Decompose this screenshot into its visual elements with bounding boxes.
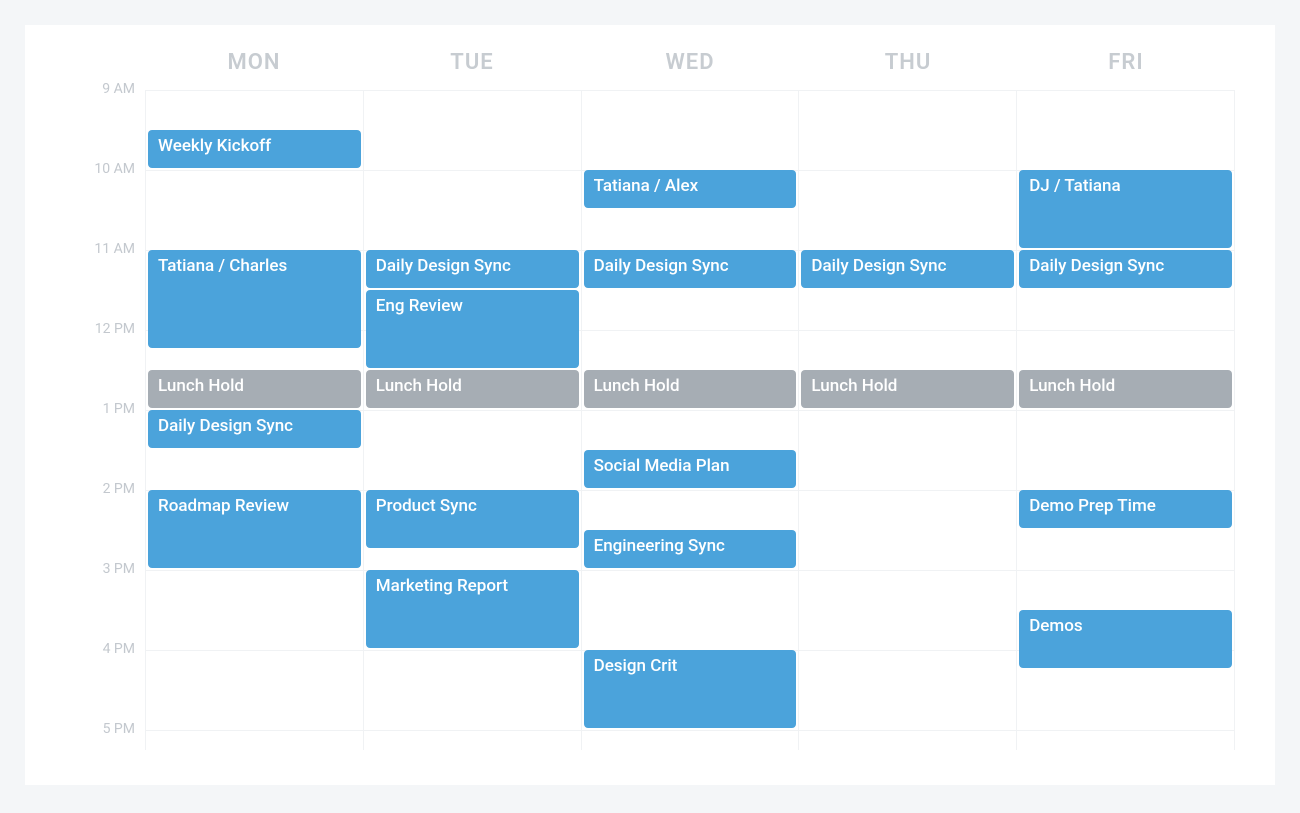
hour-label: 9 AM bbox=[75, 81, 135, 97]
hour-label: 11 AM bbox=[75, 241, 135, 257]
hour-label: 12 PM bbox=[75, 321, 135, 337]
calendar-event[interactable]: Lunch Hold bbox=[801, 370, 1014, 408]
event-title: Social Media Plan bbox=[594, 456, 730, 476]
day-header-thu: THU bbox=[799, 50, 1017, 90]
calendar-event[interactable]: Design Crit bbox=[584, 650, 797, 728]
event-title: Tatiana / Charles bbox=[158, 256, 287, 276]
hour-label: 4 PM bbox=[75, 641, 135, 657]
event-title: Daily Design Sync bbox=[811, 256, 946, 276]
calendar-event[interactable]: Social Media Plan bbox=[584, 450, 797, 488]
day-column-mon[interactable]: Weekly Kickoff Tatiana / Charles Lunch Hol… bbox=[145, 90, 363, 750]
event-title: Marketing Report bbox=[376, 576, 508, 596]
event-title: Lunch Hold bbox=[811, 376, 897, 396]
day-header-fri: FRI bbox=[1017, 50, 1235, 90]
event-title: Demo Prep Time bbox=[1029, 496, 1156, 516]
hour-label: 10 AM bbox=[75, 161, 135, 177]
calendar-event[interactable]: Demo Prep Time bbox=[1019, 490, 1232, 528]
calendar-event[interactable]: Product Sync bbox=[366, 490, 579, 548]
calendar-event[interactable]: Lunch Hold bbox=[1019, 370, 1232, 408]
event-title: Lunch Hold bbox=[376, 376, 462, 396]
event-title: Lunch Hold bbox=[1029, 376, 1115, 396]
event-title: Daily Design Sync bbox=[158, 416, 293, 436]
day-column-wed[interactable]: Tatiana / Alex Daily Design Sync Lunch Hol… bbox=[581, 90, 799, 750]
day-headers: MONTUEWEDTHUFRI bbox=[145, 50, 1235, 90]
day-column-thu[interactable]: Daily Design Sync Lunch Hold bbox=[798, 90, 1016, 750]
event-title: Lunch Hold bbox=[158, 376, 244, 396]
calendar-event[interactable]: Lunch Hold bbox=[584, 370, 797, 408]
event-title: Weekly Kickoff bbox=[158, 136, 271, 156]
calendar-event[interactable]: Daily Design Sync bbox=[148, 410, 361, 448]
calendar-event[interactable]: Weekly Kickoff bbox=[148, 130, 361, 168]
event-title: Engineering Sync bbox=[594, 536, 725, 556]
day-header-mon: MON bbox=[145, 50, 363, 90]
event-title: Tatiana / Alex bbox=[594, 176, 699, 196]
calendar-event[interactable]: Daily Design Sync bbox=[584, 250, 797, 288]
calendar-event[interactable]: Roadmap Review bbox=[148, 490, 361, 568]
calendar-event[interactable]: Tatiana / Alex bbox=[584, 170, 797, 208]
event-title: Daily Design Sync bbox=[376, 256, 511, 276]
calendar-event[interactable]: Lunch Hold bbox=[366, 370, 579, 408]
day-header-wed: WED bbox=[581, 50, 799, 90]
calendar-event[interactable]: Tatiana / Charles bbox=[148, 250, 361, 348]
hour-label: 5 PM bbox=[75, 721, 135, 737]
event-title: Product Sync bbox=[376, 496, 477, 516]
day-header-tue: TUE bbox=[363, 50, 581, 90]
hour-label: 3 PM bbox=[75, 561, 135, 577]
hour-label: 1 PM bbox=[75, 401, 135, 417]
event-title: Design Crit bbox=[594, 656, 678, 676]
calendar-event[interactable]: Lunch Hold bbox=[148, 370, 361, 408]
hour-label: 2 PM bbox=[75, 481, 135, 497]
calendar-event[interactable]: Marketing Report bbox=[366, 570, 579, 648]
event-title: Lunch Hold bbox=[594, 376, 680, 396]
day-columns: Weekly Kickoff Tatiana / Charles Lunch Hol… bbox=[145, 90, 1235, 750]
calendar-card: MONTUEWEDTHUFRI 9 AM 10 AM 11 AM 12 PM 1 PM 2… bbox=[25, 25, 1275, 785]
event-title: Daily Design Sync bbox=[594, 256, 729, 276]
calendar-event[interactable]: DJ / Tatiana bbox=[1019, 170, 1232, 248]
event-title: Roadmap Review bbox=[158, 496, 289, 516]
event-title: DJ / Tatiana bbox=[1029, 176, 1120, 196]
calendar-event[interactable]: Daily Design Sync bbox=[366, 250, 579, 288]
calendar-event[interactable]: Demos bbox=[1019, 610, 1232, 668]
calendar-event[interactable]: Engineering Sync bbox=[584, 530, 797, 568]
event-title: Daily Design Sync bbox=[1029, 256, 1164, 276]
event-title: Eng Review bbox=[376, 296, 463, 316]
calendar-event[interactable]: Eng Review bbox=[366, 290, 579, 368]
calendar-grid: MONTUEWEDTHUFRI 9 AM10 AM11 AM12 PM1 PM2… bbox=[145, 50, 1235, 750]
calendar-event[interactable]: Daily Design Sync bbox=[1019, 250, 1232, 288]
calendar-event[interactable]: Daily Design Sync bbox=[801, 250, 1014, 288]
event-title: Demos bbox=[1029, 616, 1082, 636]
day-column-tue[interactable]: Daily Design Sync Eng Review Lunch Hold Pro… bbox=[363, 90, 581, 750]
day-column-fri[interactable]: DJ / Tatiana Daily Design Sync Lunch Hold D… bbox=[1016, 90, 1235, 750]
